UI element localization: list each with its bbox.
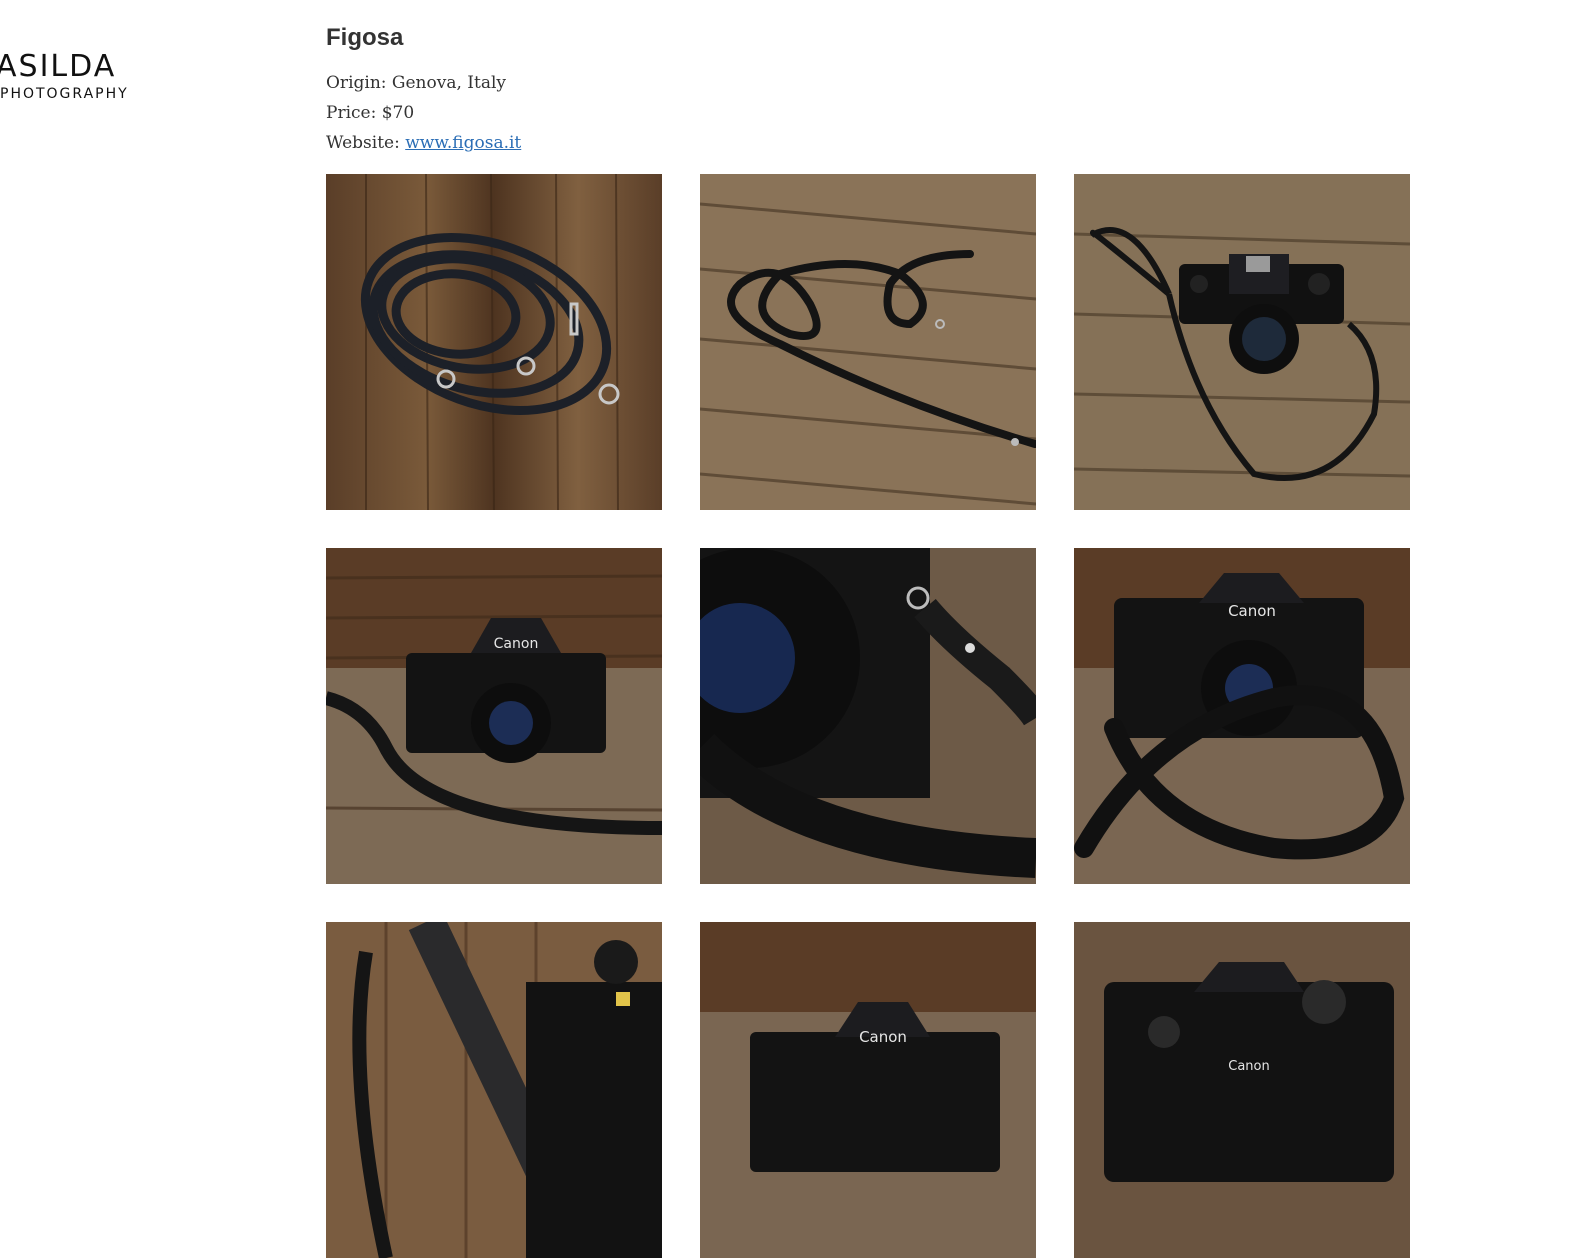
camera-wrapped-image: Canon xyxy=(1074,548,1410,884)
canon-front-image: Canon xyxy=(326,548,662,884)
gallery-photo-8[interactable]: Canon xyxy=(700,922,1036,1258)
price-label: Price: xyxy=(326,103,382,123)
gallery-photo-4[interactable]: Canon xyxy=(326,548,662,884)
origin-label: Origin: xyxy=(326,73,392,93)
origin-line: Origin: Genova, Italy xyxy=(326,68,1416,98)
price-value: $70 xyxy=(381,103,415,123)
gallery-photo-5[interactable] xyxy=(700,548,1036,884)
strap-camera-top-image xyxy=(326,922,662,1258)
lens-closeup-image xyxy=(700,548,1036,884)
camera-dials-image: Canon xyxy=(1074,922,1410,1258)
gallery-photo-1[interactable] xyxy=(326,174,662,510)
gallery-photo-7[interactable] xyxy=(326,922,662,1258)
photo-gallery: Canon Canon Canon Canon xyxy=(326,174,1416,1258)
svg-text:Canon: Canon xyxy=(494,636,539,652)
svg-text:Canon: Canon xyxy=(1228,1059,1269,1074)
svg-text:Canon: Canon xyxy=(1228,602,1276,620)
gallery-photo-2[interactable] xyxy=(700,174,1036,510)
website-line: Website: www.figosa.it xyxy=(326,128,1416,158)
canon-partial-image: Canon xyxy=(700,922,1036,1258)
origin-value: Genova, Italy xyxy=(391,73,507,93)
price-line: Price: $70 xyxy=(326,98,1416,128)
main-content: Figosa Origin: Genova, Italy Price: $70 … xyxy=(326,18,1416,1258)
svg-text:Canon: Canon xyxy=(859,1028,907,1046)
site-logo[interactable]: ASILDA PHOTOGRAPHY xyxy=(0,49,170,103)
website-link[interactable]: www.figosa.it xyxy=(405,133,521,153)
logo-tagline: PHOTOGRAPHY xyxy=(0,86,129,102)
coiled-strap-image xyxy=(326,174,662,510)
logo-wordmark: ASILDA xyxy=(0,49,117,84)
website-label: Website: xyxy=(326,133,406,153)
page-title: Figosa xyxy=(326,24,404,51)
strap-on-planks-image xyxy=(700,174,1036,510)
gallery-photo-9[interactable]: Canon xyxy=(1074,922,1410,1258)
camera-top-view-image xyxy=(1074,174,1410,510)
gallery-photo-3[interactable] xyxy=(1074,174,1410,510)
gallery-photo-6[interactable]: Canon xyxy=(1074,548,1410,884)
